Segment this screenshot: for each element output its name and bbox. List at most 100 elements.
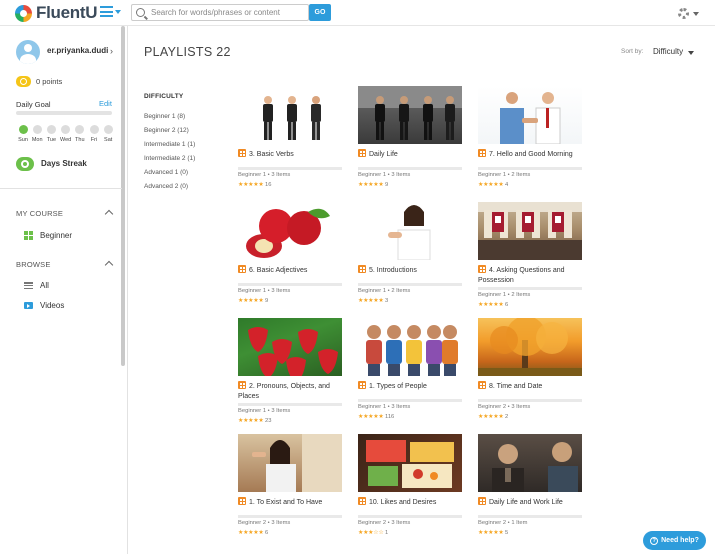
sort-dropdown[interactable]: Difficulty: [653, 47, 683, 56]
day-tue: Tue: [44, 125, 58, 143]
playlist-thumbnail[interactable]: [238, 202, 342, 260]
playlist-card[interactable]: 2. Pronouns, Objects, and Places Beginne…: [238, 318, 342, 428]
filter-advanced-2[interactable]: Advanced 2 (0): [144, 180, 195, 194]
day-dot: [75, 125, 85, 134]
my-course-heading[interactable]: MY COURSE: [16, 209, 63, 218]
search-input[interactable]: [151, 8, 306, 17]
course-grid-icon: [24, 231, 33, 240]
playlist-level: Beginner 1: [478, 172, 507, 178]
avatar[interactable]: [16, 40, 40, 64]
coins-icon: [16, 76, 31, 87]
playlist-progress: [238, 515, 342, 518]
browse-heading[interactable]: BROWSE: [16, 260, 51, 269]
playlist-thumbnail[interactable]: [478, 86, 582, 144]
playlist-title-text: 4. Asking Questions and Possession: [478, 267, 565, 284]
playlist-thumbnail[interactable]: [478, 318, 582, 376]
playlist-card[interactable]: 10. Likes and Desires Beginner 2 • 3 Ite…: [358, 434, 462, 544]
playlist-review-count: 9: [385, 182, 389, 188]
playlist-card[interactable]: Daily Life Beginner 1 • 3 Items ★★★★★ 9: [358, 86, 462, 196]
playlist-title[interactable]: 2. Pronouns, Objects, and Places: [238, 381, 346, 402]
chevron-down-icon[interactable]: [688, 51, 694, 55]
fluentu-logo[interactable]: FluentU: [15, 3, 97, 23]
playlist-thumbnail[interactable]: [238, 318, 342, 376]
settings-caret-icon[interactable]: [693, 12, 699, 16]
playlist-title[interactable]: 7. Hello and Good Morning: [478, 149, 586, 160]
playlist-thumbnail[interactable]: [358, 318, 462, 376]
playlist-thumbnail[interactable]: [358, 86, 462, 144]
playlist-title[interactable]: 3. Basic Verbs: [238, 149, 346, 160]
playlist-items-count: 3 Items: [271, 288, 291, 294]
day-label: Tue: [46, 137, 57, 143]
chevron-up-icon[interactable]: [104, 260, 114, 270]
day-dot: [32, 125, 42, 134]
playlist-items-count: 3 Items: [391, 404, 411, 410]
search-box[interactable]: [131, 4, 309, 21]
playlist-card[interactable]: 5. Introductions Beginner 1 • 2 Items ★★…: [358, 202, 462, 312]
menu-icon[interactable]: [100, 6, 113, 17]
playlist-title[interactable]: 5. Introductions: [358, 265, 466, 276]
playlist-level: Beginner 1: [358, 404, 387, 410]
playlist-rating: ★★★★★ 9: [358, 181, 388, 188]
sidebar-scrollbar[interactable]: [121, 26, 125, 366]
points-count: 0 points: [36, 77, 63, 86]
username[interactable]: er.priyanka.dudi: [47, 46, 108, 55]
playlist-title-text: 2. Pronouns, Objects, and Places: [238, 383, 330, 400]
filter-intermediate-2[interactable]: Intermediate 2 (1): [144, 152, 195, 166]
playlist-card[interactable]: 1. To Exist and To Have Beginner 2 • 3 I…: [238, 434, 342, 544]
main-content: PLAYLISTS 22 Sort by: Difficulty DIFFICU…: [128, 26, 715, 554]
playlist-title[interactable]: Daily Life: [358, 149, 466, 160]
playlist-title-text: 7. Hello and Good Morning: [489, 151, 573, 158]
filter-beginner-2[interactable]: Beginner 2 (12): [144, 124, 195, 138]
playlist-card[interactable]: 8. Time and Date Beginner 2 • 3 Items ★★…: [478, 318, 582, 428]
playlist-review-count: 6: [505, 302, 509, 308]
playlist-title[interactable]: 6. Basic Adjectives: [238, 265, 346, 276]
need-help-label: Need help?: [661, 537, 699, 544]
day-dot: [18, 125, 28, 134]
day-dot: [46, 125, 56, 134]
sidebar-item-videos[interactable]: Videos: [24, 301, 64, 310]
filter-beginner-1[interactable]: Beginner 1 (8): [144, 110, 195, 124]
playlist-level: Beginner 1: [238, 172, 267, 178]
playlist-card[interactable]: 3. Basic Verbs Beginner 1 • 3 Items ★★★★…: [238, 86, 342, 196]
playlist-thumbnail[interactable]: [478, 202, 582, 260]
playlist-thumbnail[interactable]: [358, 202, 462, 260]
playlist-card[interactable]: 4. Asking Questions and Possession Begin…: [478, 202, 582, 312]
sidebar-item-all[interactable]: All: [24, 281, 49, 290]
day-mon: Mon: [30, 125, 44, 143]
playlist-card[interactable]: 1. Types of People Beginner 1 • 3 Items …: [358, 318, 462, 428]
sidebar-item-beginner[interactable]: Beginner: [24, 231, 72, 240]
search-go-button[interactable]: GO: [309, 4, 331, 21]
playlist-title[interactable]: 8. Time and Date: [478, 381, 586, 392]
playlist-thumbnail[interactable]: [358, 434, 462, 492]
need-help-button[interactable]: ? Need help?: [643, 531, 706, 550]
star-rating-icon: ★★★★★: [478, 182, 504, 188]
playlist-title[interactable]: 4. Asking Questions and Possession: [478, 265, 586, 286]
playlist-title[interactable]: Daily Life and Work Life: [478, 497, 586, 508]
filter-intermediate-1[interactable]: Intermediate 1 (1): [144, 138, 195, 152]
playlist-thumbnail[interactable]: [238, 86, 342, 144]
page-title: PLAYLISTS 22: [144, 45, 231, 59]
week-days: Sun Mon Tue Wed Thu Fri Sat: [16, 125, 116, 145]
edit-goal-link[interactable]: Edit: [99, 99, 112, 108]
playlist-thumbnail[interactable]: [478, 434, 582, 492]
playlist-thumbnail[interactable]: [238, 434, 342, 492]
star-rating-icon: ★★★★★: [478, 414, 504, 420]
playlist-title[interactable]: 1. To Exist and To Have: [238, 497, 346, 508]
playlist-title[interactable]: 1. Types of People: [358, 381, 466, 392]
playlist-progress: [478, 287, 582, 290]
gear-icon[interactable]: [678, 8, 689, 19]
playlist-icon: [358, 265, 366, 273]
chevron-right-icon[interactable]: ›: [110, 46, 113, 56]
playlist-card[interactable]: 6. Basic Adjectives Beginner 1 • 3 Items…: [238, 202, 342, 312]
playlist-review-count: 3: [385, 298, 389, 304]
playlist-title[interactable]: 10. Likes and Desires: [358, 497, 466, 508]
day-label: Fri: [90, 137, 98, 143]
playlist-items-count: 3 Items: [271, 172, 291, 178]
playlist-level: Beginner 2: [478, 520, 507, 526]
chevron-up-icon[interactable]: [104, 209, 114, 219]
menu-caret-icon[interactable]: [115, 10, 121, 14]
playlist-meta: Beginner 1 • 3 Items: [358, 404, 411, 410]
playlist-card[interactable]: Daily Life and Work Life Beginner 2 • 1 …: [478, 434, 582, 544]
filter-advanced-1[interactable]: Advanced 1 (0): [144, 166, 195, 180]
playlist-card[interactable]: 7. Hello and Good Morning Beginner 1 • 2…: [478, 86, 582, 196]
